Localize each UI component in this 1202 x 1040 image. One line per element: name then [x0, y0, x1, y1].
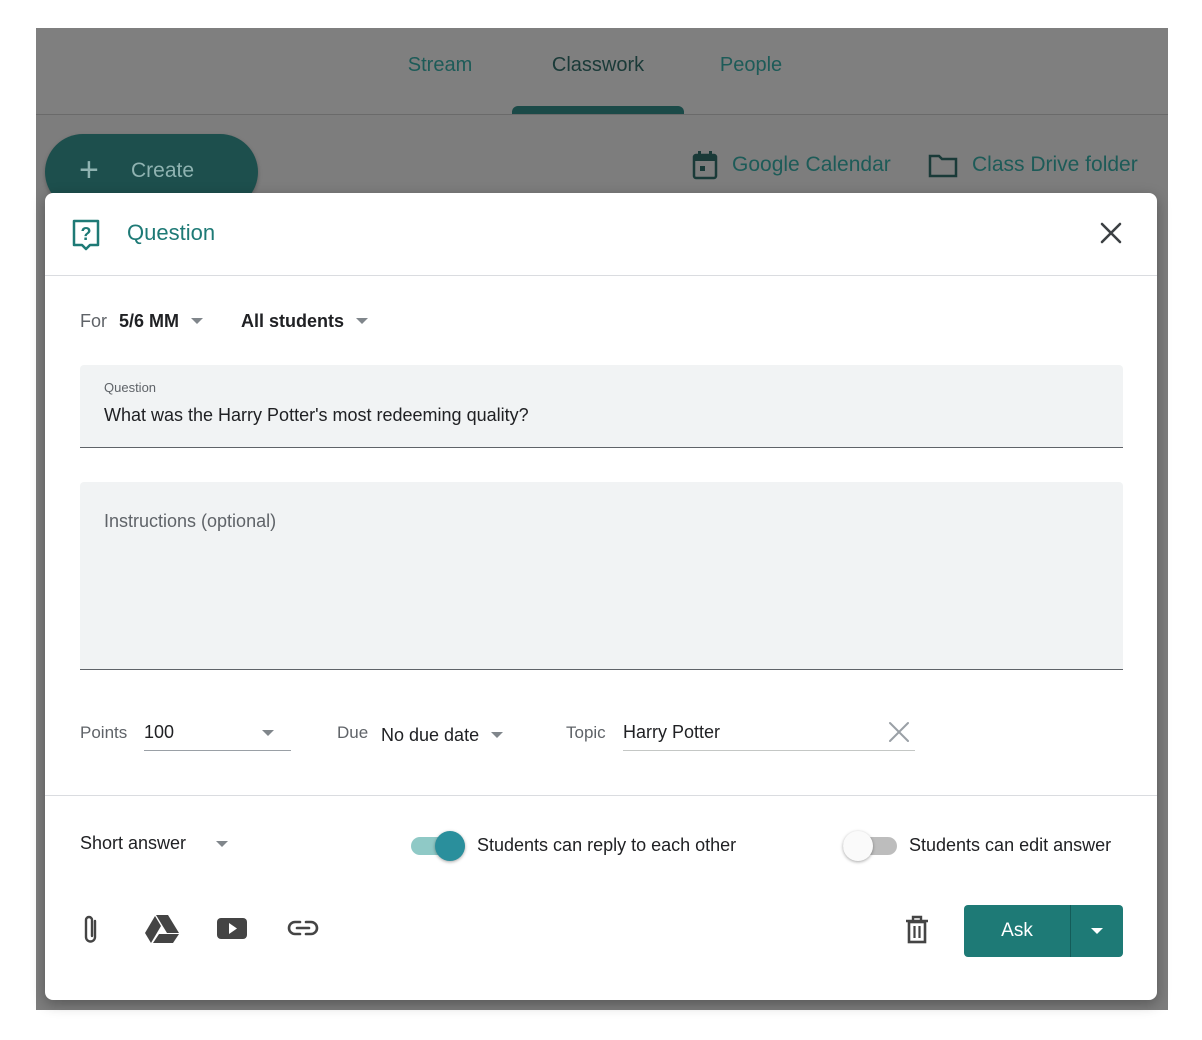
clear-topic-icon[interactable] [886, 719, 912, 745]
dropdown-arrow-icon [191, 318, 204, 324]
instructions-placeholder: Instructions (optional) [104, 511, 277, 531]
question-field-value: What was the Harry Potter's most redeemi… [104, 405, 529, 425]
points-value: 100 [144, 722, 175, 742]
audience-select[interactable]: All students [241, 310, 369, 332]
question-dialog: ? Question For 5/6 MM All students Quest… [45, 193, 1157, 1000]
due-label: Due [337, 723, 369, 742]
section-divider [45, 795, 1157, 796]
topic-underline [623, 750, 915, 751]
drive-icon[interactable] [144, 913, 180, 945]
for-label: For [80, 310, 107, 331]
audience-select-value: All students [241, 310, 345, 331]
points-select[interactable]: 100 [144, 719, 291, 751]
due-value: No due date [381, 724, 480, 745]
attach-icon[interactable] [80, 913, 102, 947]
class-drive-folder-link[interactable]: Class Drive folder [928, 150, 1138, 180]
dropdown-arrow-icon [491, 732, 504, 738]
trash-icon[interactable] [904, 915, 930, 945]
ask-options-button[interactable] [1071, 905, 1123, 957]
close-icon[interactable] [1097, 219, 1125, 247]
tab-people[interactable]: People [704, 28, 798, 114]
edit-toggle-label: Students can edit answer [909, 835, 1112, 855]
meta-row: Points 100 Due No due date Topic Harry P… [80, 719, 1140, 751]
reply-toggle-label: Students can reply to each other [477, 835, 737, 855]
ask-button-group: Ask [964, 905, 1123, 957]
tab-classwork[interactable]: Classwork [526, 28, 670, 114]
points-underline [144, 750, 291, 751]
youtube-icon[interactable] [216, 913, 248, 943]
topic-value: Harry Potter [623, 722, 721, 742]
question-icon: ? [72, 219, 100, 251]
question-field[interactable]: Question What was the Harry Potter's mos… [80, 365, 1123, 448]
dropdown-arrow-icon [1091, 928, 1103, 934]
dropdown-arrow-icon [356, 318, 369, 324]
dropdown-arrow-icon [262, 730, 274, 736]
class-select-value: 5/6 MM [119, 310, 180, 331]
options-row: Short answer Students can reply to each … [80, 831, 1140, 861]
calendar-icon [692, 151, 718, 180]
link-icon[interactable] [286, 913, 320, 943]
instructions-field[interactable]: Instructions (optional) [80, 482, 1123, 670]
dialog-header: ? Question [45, 193, 1157, 276]
create-label: Create [131, 159, 195, 182]
folder-icon [928, 154, 958, 178]
topic-label: Topic [566, 723, 606, 742]
question-field-label: Question [104, 380, 157, 395]
attachment-toolbar: Ask [80, 905, 1140, 957]
dropdown-arrow-icon [216, 840, 229, 847]
answer-type-select[interactable]: Short answer [80, 833, 229, 854]
reply-toggle-knob [435, 831, 465, 861]
class-select[interactable]: 5/6 MM [119, 310, 204, 332]
assign-for-row: For 5/6 MM All students [80, 309, 369, 333]
svg-text:?: ? [81, 224, 92, 244]
drive-link-label: Class Drive folder [972, 153, 1138, 176]
calendar-link-label: Google Calendar [732, 153, 891, 176]
edit-toggle-knob [843, 831, 873, 861]
topic-input[interactable]: Harry Potter [623, 719, 915, 751]
answer-type-value: Short answer [80, 833, 187, 853]
points-label: Points [80, 723, 128, 742]
ask-button[interactable]: Ask [964, 905, 1070, 957]
active-tab-indicator [512, 106, 684, 114]
google-calendar-link[interactable]: Google Calendar [692, 150, 891, 180]
tab-bar: Stream Classwork People [36, 28, 1168, 115]
plus-icon: + [79, 151, 99, 189]
tab-stream[interactable]: Stream [388, 28, 492, 114]
dialog-title: Question [127, 220, 216, 245]
due-date-select[interactable]: No due date [381, 719, 521, 751]
edit-answer-toggle[interactable]: Students can edit answer [843, 831, 1140, 861]
reply-toggle[interactable]: Students can reply to each other [411, 831, 771, 861]
